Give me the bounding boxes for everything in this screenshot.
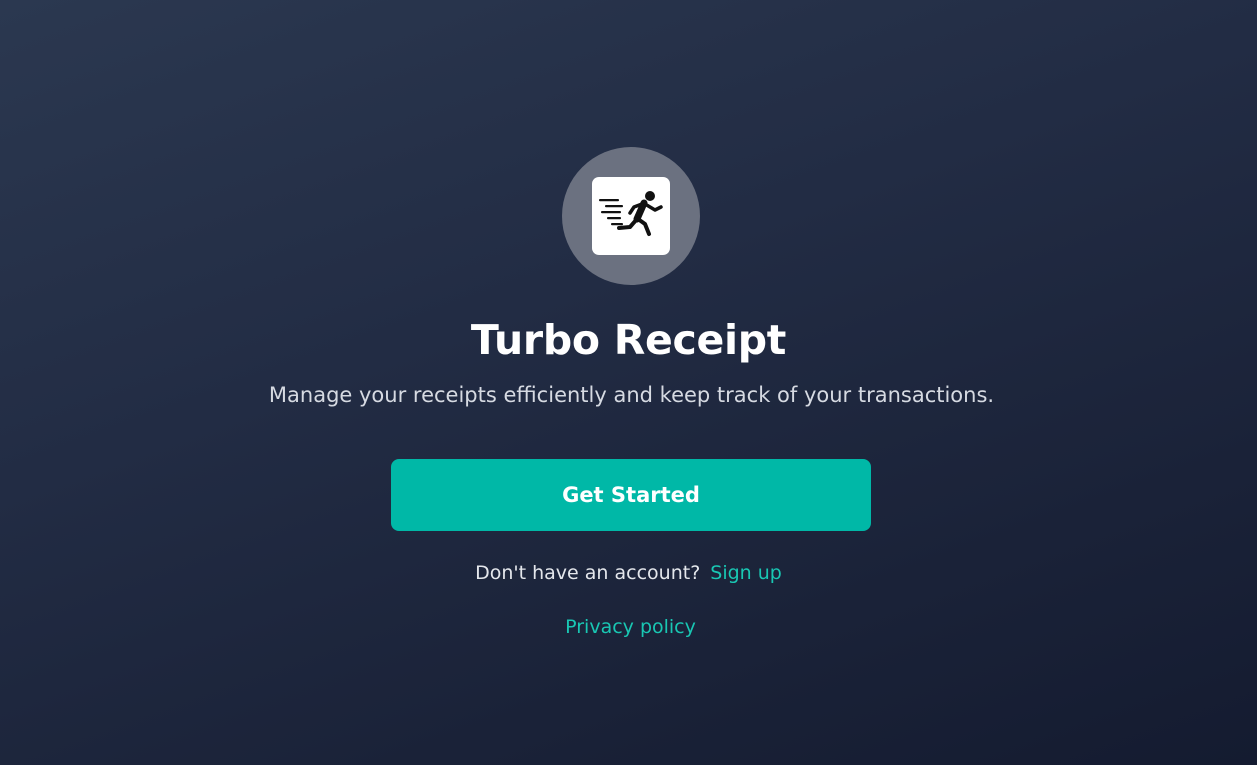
- privacy-policy-link[interactable]: Privacy policy: [0, 613, 1257, 641]
- running-person-speed-icon: [599, 191, 663, 236]
- logo-tile: [592, 177, 670, 255]
- get-started-button[interactable]: Get Started: [391, 459, 871, 531]
- signup-row: Don't have an account? Sign up: [0, 559, 1257, 587]
- app-tagline: Manage your receipts efficiently and kee…: [268, 383, 995, 407]
- app-title: Turbo Receipt: [470, 316, 787, 364]
- signup-prompt-text: Don't have an account?: [475, 562, 701, 584]
- logo-badge: [562, 147, 700, 285]
- welcome-screen: Turbo Receipt Manage your receipts effic…: [0, 0, 1257, 765]
- signup-link[interactable]: Sign up: [710, 562, 782, 584]
